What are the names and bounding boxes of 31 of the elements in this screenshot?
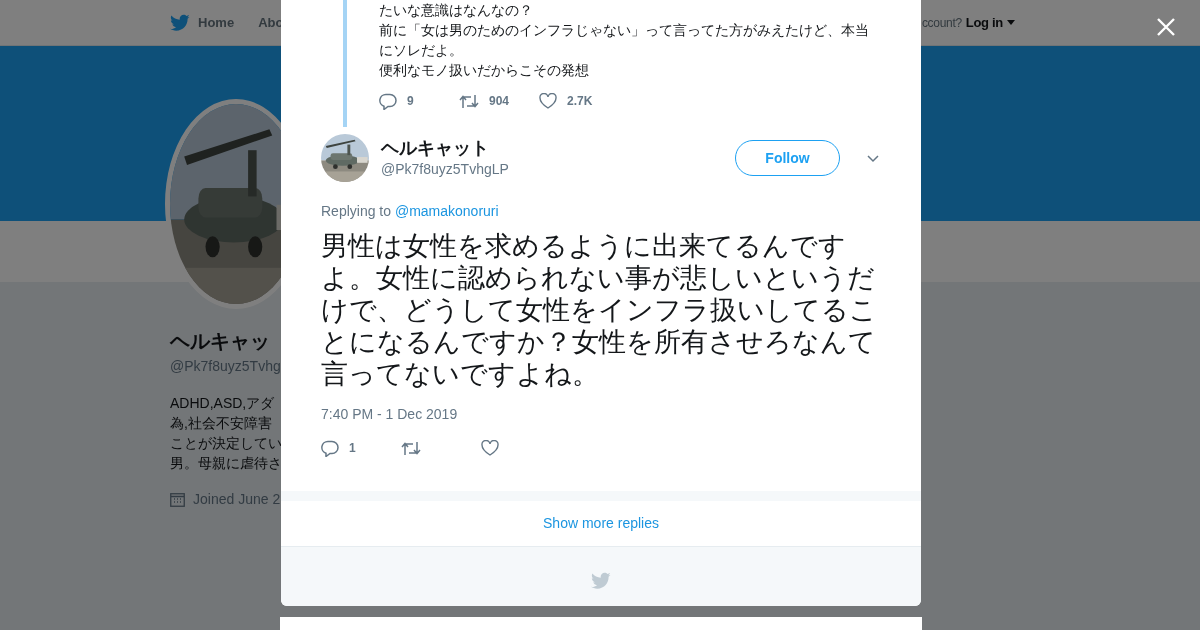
reply-icon[interactable] xyxy=(379,92,397,110)
heart-icon[interactable] xyxy=(481,440,499,456)
chevron-icon xyxy=(867,154,879,163)
login-link[interactable]: Log in xyxy=(965,12,1015,33)
tweet-timestamp: 7:40 PM - 1 Dec 2019 xyxy=(321,405,459,424)
show-more-replies-link[interactable]: Show more replies xyxy=(543,513,659,534)
retweet-icon[interactable] xyxy=(459,93,479,109)
profile-handle: @Pk7f8uyz5Tvhg xyxy=(170,357,281,376)
nav-link[interactable]: Home xyxy=(170,12,235,33)
calendar-icon xyxy=(170,492,185,507)
login-prompt: ccount? xyxy=(921,14,962,32)
profile-name: ヘルキャッ xyxy=(170,329,271,354)
tweet-text: たいな意識はなんなの？ 前に「女は男のためのインフラじゃない」って言ってた方がみえたけど、本当にソレだよ。 便利なモノ扱いだからこその発想 xyxy=(379,1,870,80)
caret-icon xyxy=(1007,20,1015,25)
tweet-text: 男性は女性を求めるように出来てるんですよ。女性に認められない事が悲しいというだけで、どうして女性をインフラ扱いしてることになるんですか？女性を所有させろなんて言ってないですよね。 xyxy=(321,230,878,390)
retweet-icon[interactable] xyxy=(401,440,421,456)
count-label: 904 xyxy=(489,93,510,110)
user-handle: @Pk7f8uyz5TvhgLP xyxy=(381,159,509,179)
profile-bio: ADHD,ASD,アダ 為,社会不安障害 ことが決定してい 男。母親に虐待さ xyxy=(170,394,281,473)
reply-icon[interactable] xyxy=(321,439,339,457)
count-label: 9 xyxy=(407,93,414,110)
follow-button[interactable]: Follow xyxy=(735,140,840,176)
mention-link[interactable]: @mamakonoruri xyxy=(394,203,499,219)
heart-icon[interactable] xyxy=(539,93,557,109)
bird-icon xyxy=(591,571,611,591)
replying-to-text: Replying to @mamakonoruri xyxy=(321,202,500,221)
count-label: 2.7K xyxy=(567,93,593,110)
bird-icon xyxy=(170,12,190,33)
user-name: ヘルキャット xyxy=(381,136,490,159)
count-label: 1 xyxy=(349,440,356,457)
joined-date: Joined June 2 xyxy=(193,490,281,509)
